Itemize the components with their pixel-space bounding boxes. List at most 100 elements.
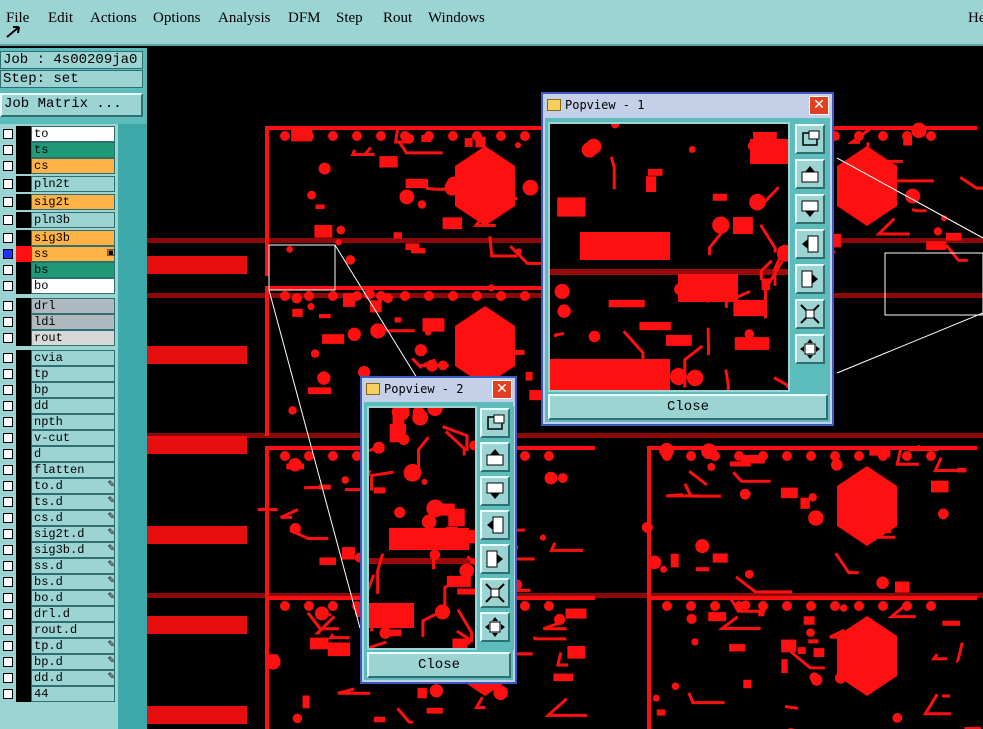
layer-name[interactable]: sig3b.d <box>31 542 115 558</box>
layer-name[interactable]: tp <box>31 366 115 382</box>
layer-row[interactable]: npth <box>0 414 118 430</box>
layer-checkbox[interactable] <box>3 481 13 491</box>
layer-checkbox[interactable] <box>3 369 13 379</box>
layer-name[interactable]: d <box>31 446 115 462</box>
layer-checkbox[interactable] <box>3 301 13 311</box>
layer-checkbox[interactable] <box>3 215 13 225</box>
layer-row[interactable]: ss.d ✎ <box>0 558 118 574</box>
popview-1-titlebar[interactable]: Popview - 1 ✕ <box>543 94 832 118</box>
layer-name[interactable]: cs.d <box>31 510 115 526</box>
layer-checkbox[interactable] <box>3 317 13 327</box>
layer-row[interactable]: pln2t <box>0 176 118 192</box>
layer-name[interactable]: bs.d <box>31 574 115 590</box>
layer-name[interactable]: cs <box>31 158 115 174</box>
layer-row[interactable]: sig3b <box>0 230 118 246</box>
layer-name[interactable]: ss <box>31 246 115 262</box>
menu-actions[interactable]: Actions <box>90 10 137 27</box>
popview-tool-button[interactable] <box>480 476 510 506</box>
layer-row[interactable]: v-cut <box>0 430 118 446</box>
popview-tool-button[interactable] <box>480 544 510 574</box>
popview-tool-button[interactable] <box>480 510 510 540</box>
layer-name[interactable]: sig2t <box>31 194 115 210</box>
layer-checkbox[interactable] <box>3 529 13 539</box>
layer-name[interactable]: bo.d <box>31 590 115 606</box>
layer-name[interactable]: 44 <box>31 686 115 702</box>
layer-name[interactable]: rout.d <box>31 622 115 638</box>
layer-checkbox[interactable] <box>3 401 13 411</box>
popview-tool-button[interactable] <box>480 578 510 608</box>
layer-row[interactable]: bs.d ✎ <box>0 574 118 590</box>
layer-row[interactable]: bo <box>0 278 118 294</box>
layer-row[interactable]: bo.d ✎ <box>0 590 118 606</box>
layer-name[interactable]: bo <box>31 278 115 294</box>
layer-row[interactable]: bp.d ✎ <box>0 654 118 670</box>
layer-checkbox[interactable] <box>3 673 13 683</box>
popview-tool-button[interactable] <box>795 194 825 224</box>
layer-name[interactable]: tp.d <box>31 638 115 654</box>
layer-checkbox[interactable] <box>3 179 13 189</box>
layer-name[interactable]: flatten <box>31 462 115 478</box>
layer-row[interactable]: tp <box>0 366 118 382</box>
layer-row[interactable]: bs <box>0 262 118 278</box>
menu-rout[interactable]: Rout <box>383 10 412 27</box>
layer-row[interactable]: drl.d <box>0 606 118 622</box>
layer-row[interactable]: flatten <box>0 462 118 478</box>
layer-checkbox[interactable] <box>3 561 13 571</box>
menu-windows[interactable]: Windows <box>428 10 485 27</box>
layer-checkbox[interactable] <box>3 593 13 603</box>
layer-row[interactable]: d <box>0 446 118 462</box>
menu-edit[interactable]: Edit <box>48 10 73 27</box>
popview-tool-button[interactable] <box>795 124 825 154</box>
layer-row[interactable]: 44 <box>0 686 118 702</box>
popview-2-close-button[interactable]: Close <box>367 652 511 678</box>
layer-checkbox[interactable] <box>3 577 13 587</box>
layer-checkbox[interactable] <box>3 417 13 427</box>
layer-row[interactable]: drl <box>0 298 118 314</box>
layer-name[interactable]: dd.d <box>31 670 115 686</box>
layer-name[interactable]: to <box>31 126 115 142</box>
layer-name[interactable]: bp.d <box>31 654 115 670</box>
popview-tool-button[interactable] <box>480 442 510 472</box>
layer-name[interactable]: drl <box>31 298 115 314</box>
layer-name[interactable]: to.d <box>31 478 115 494</box>
popview-tool-button[interactable] <box>795 334 825 364</box>
layer-row[interactable]: ldi <box>0 314 118 330</box>
popview-1-close-button[interactable]: Close <box>548 394 828 420</box>
layer-checkbox[interactable] <box>3 265 13 275</box>
layer-row[interactable]: dd <box>0 398 118 414</box>
layer-name[interactable]: ts <box>31 142 115 158</box>
layer-row[interactable]: cvia <box>0 350 118 366</box>
layer-checkbox[interactable] <box>3 281 13 291</box>
layer-checkbox[interactable] <box>3 145 13 155</box>
layer-checkbox[interactable] <box>3 129 13 139</box>
layer-name[interactable]: pln3b <box>31 212 115 228</box>
layer-checkbox[interactable] <box>3 689 13 699</box>
layer-name[interactable]: ts.d <box>31 494 115 510</box>
layer-checkbox[interactable] <box>3 497 13 507</box>
layer-row[interactable]: sig2t <box>0 194 118 210</box>
layer-name[interactable]: sig2t.d <box>31 526 115 542</box>
layer-row[interactable]: ss ▣ <box>0 246 118 262</box>
layer-name[interactable]: v-cut <box>31 430 115 446</box>
layer-checkbox[interactable] <box>3 197 13 207</box>
popview-tool-button[interactable] <box>480 612 510 642</box>
layer-checkbox[interactable] <box>3 609 13 619</box>
layer-checkbox[interactable] <box>3 657 13 667</box>
layer-checkbox[interactable] <box>3 385 13 395</box>
popview-tool-button[interactable] <box>795 299 825 329</box>
menu-options[interactable]: Options <box>153 10 201 27</box>
popview-2-viewport[interactable] <box>367 406 477 650</box>
layer-checkbox[interactable] <box>3 233 13 243</box>
layer-name[interactable]: drl.d <box>31 606 115 622</box>
layer-checkbox[interactable] <box>3 625 13 635</box>
layer-name[interactable]: bs <box>31 262 115 278</box>
menu-dfm[interactable]: DFM <box>288 10 321 27</box>
layer-name[interactable]: sig3b <box>31 230 115 246</box>
layer-row[interactable]: tp.d ✎ <box>0 638 118 654</box>
layer-name[interactable]: dd <box>31 398 115 414</box>
layer-row[interactable]: dd.d ✎ <box>0 670 118 686</box>
popview-tool-button[interactable] <box>795 229 825 259</box>
layer-checkbox[interactable] <box>3 465 13 475</box>
layer-name[interactable]: ss.d <box>31 558 115 574</box>
menu-help[interactable]: He <box>968 10 983 27</box>
